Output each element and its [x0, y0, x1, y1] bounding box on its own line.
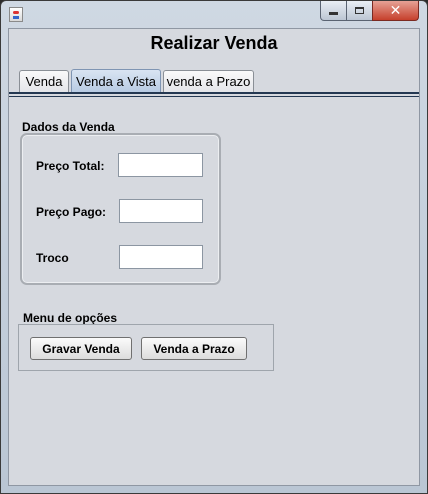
preco-total-label: Preço Total: [36, 159, 105, 173]
tab-divider [9, 92, 419, 94]
main-panel: Realizar Venda Venda Venda a Vista venda… [8, 28, 420, 486]
preco-pago-field[interactable] [119, 199, 203, 223]
troco-label: Troco [36, 251, 69, 265]
dados-venda-label: Dados da Venda [22, 120, 115, 134]
tab-venda-a-vista[interactable]: Venda a Vista [71, 69, 161, 92]
java-icon [9, 7, 23, 22]
dados-venda-group: Preço Total: Preço Pago: Troco [20, 133, 221, 285]
close-icon: ✕ [389, 2, 402, 19]
close-button[interactable]: ✕ [372, 1, 419, 21]
minimize-button[interactable] [320, 1, 347, 21]
gravar-venda-button[interactable]: Gravar Venda [30, 337, 132, 360]
page-title: Realizar Venda [150, 33, 278, 53]
maximize-button[interactable] [346, 1, 373, 21]
app-window: ✕ Realizar Venda Venda Venda a Vista ven… [0, 0, 428, 494]
minimize-icon [329, 12, 338, 15]
menu-opcoes-label: Menu de opções [23, 311, 118, 325]
tab-venda[interactable]: Venda [19, 70, 69, 92]
venda-a-prazo-button[interactable]: Venda a Prazo [141, 337, 247, 360]
preco-total-field[interactable] [118, 153, 203, 177]
title-bar[interactable]: ✕ [1, 1, 427, 27]
maximize-icon [355, 7, 364, 14]
tab-divider-line [9, 96, 419, 97]
tab-venda-a-prazo[interactable]: venda a Prazo [163, 70, 254, 92]
menu-opcoes-group: Gravar Venda Venda a Prazo [18, 324, 274, 371]
preco-pago-label: Preço Pago: [36, 205, 107, 219]
troco-field[interactable] [119, 245, 203, 269]
